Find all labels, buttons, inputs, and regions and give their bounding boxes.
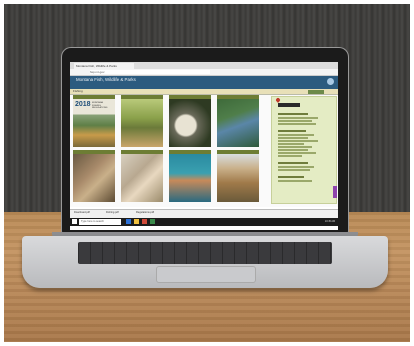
- underwater-fish-image: [169, 154, 211, 202]
- url-field[interactable]: fwp.mt.gov: [90, 70, 210, 74]
- sidebar-link[interactable]: [278, 169, 310, 171]
- river-image: [217, 99, 259, 147]
- excel-icon[interactable]: [150, 219, 155, 224]
- regulations-year: 2018: [75, 101, 91, 108]
- sidebar: [271, 96, 337, 204]
- regulations-cover-image: 2018 MONTANA FISHING REGULATIONS: [73, 99, 115, 147]
- browser-tab-bar: Montana Fish, Wildlife & Parks: [70, 62, 338, 69]
- heart-icon: [275, 97, 281, 103]
- taskbar-search-input[interactable]: Type here to search: [79, 219, 121, 225]
- sidebar-link[interactable]: [278, 180, 312, 182]
- angler-image: [217, 154, 259, 202]
- sidebar-heading: [278, 130, 306, 132]
- sidebar-link[interactable]: [278, 166, 314, 168]
- thumbnail-hands-fish[interactable]: [73, 150, 115, 202]
- sidebar-link[interactable]: [278, 149, 308, 151]
- trout-image: [121, 154, 163, 202]
- home-icon[interactable]: [327, 78, 334, 85]
- hands-fish-image: [73, 154, 115, 202]
- chrome-icon[interactable]: [142, 219, 147, 224]
- download-item[interactable]: Fishing.pdf: [106, 210, 119, 216]
- download-item[interactable]: Regulations.pdf: [136, 210, 154, 216]
- sidebar-heading: [278, 113, 308, 115]
- feedback-tab[interactable]: [333, 186, 337, 198]
- sidebar-link[interactable]: [278, 143, 304, 145]
- folder-icon[interactable]: [134, 219, 139, 224]
- sidebar-heading: [278, 162, 308, 164]
- thumbnail-underwater-fish[interactable]: [169, 150, 211, 202]
- sidebar-link[interactable]: [278, 155, 302, 157]
- address-bar: fwp.mt.gov: [70, 69, 338, 76]
- sidebar-link[interactable]: [278, 137, 308, 139]
- nav-button[interactable]: [308, 89, 324, 94]
- thumbnail-river[interactable]: [217, 95, 259, 147]
- thumbnail-regulations[interactable]: 2018 MONTANA FISHING REGULATIONS: [73, 95, 115, 147]
- sidebar-heading: [278, 176, 304, 178]
- thumbnail-kids-fishing[interactable]: [121, 95, 163, 147]
- thumbnail-trout[interactable]: [121, 150, 163, 202]
- download-item[interactable]: Download.pdf: [74, 210, 90, 216]
- kids-fishing-image: [121, 99, 163, 147]
- thumbnail-fish-closeup[interactable]: [169, 95, 211, 147]
- sidebar-link[interactable]: [278, 152, 316, 154]
- laptop-trackpad: [156, 266, 256, 283]
- sidebar-link[interactable]: [278, 123, 316, 125]
- sidebar-link[interactable]: [278, 146, 312, 148]
- thumbnail-angler[interactable]: [217, 150, 259, 202]
- sidebar-link[interactable]: [278, 117, 318, 119]
- windows-start-icon[interactable]: [72, 219, 77, 224]
- regulations-subtitle: MONTANA FISHING REGULATIONS: [92, 102, 108, 110]
- edge-icon[interactable]: [126, 219, 131, 224]
- sidebar-button[interactable]: [278, 103, 300, 107]
- laptop-screen: Montana Fish, Wildlife & Parks fwp.mt.go…: [70, 62, 338, 230]
- sidebar-link[interactable]: [278, 134, 314, 136]
- laptop-keyboard: [78, 242, 332, 264]
- sidebar-link[interactable]: [278, 140, 318, 142]
- site-title: Montana Fish, Wildlife & Parks: [76, 77, 136, 82]
- sidebar-link[interactable]: [278, 120, 312, 122]
- nav-label[interactable]: Fishing: [73, 89, 83, 94]
- fish-closeup-image: [169, 99, 211, 147]
- taskbar-clock: 10:45 AM: [324, 220, 335, 223]
